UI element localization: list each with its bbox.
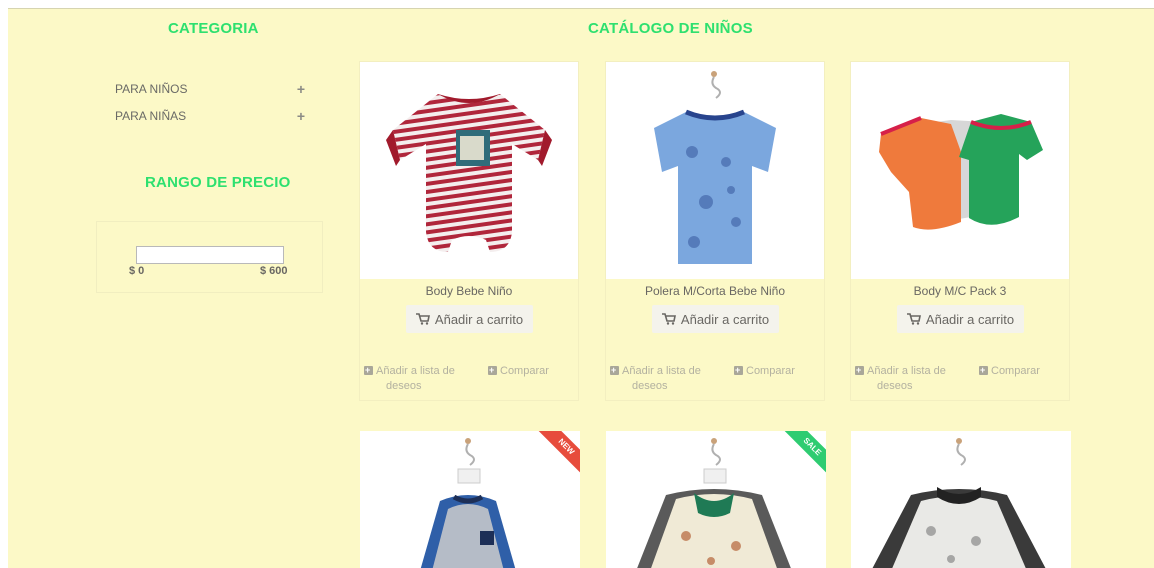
catalog-heading: CATÁLOGO DE NIÑOS [588,20,753,37]
wishlist-label: Añadir a lista de [867,365,946,377]
add-to-wishlist-link[interactable]: Añadir a lista de deseos [610,363,720,394]
plus-square-icon [488,363,497,378]
wishlist-label-line2: deseos [632,380,668,392]
add-to-cart-label: Añadir a carrito [434,311,524,327]
category-para-ninas[interactable]: PARA NIÑAS + [115,108,305,124]
product-image[interactable] [606,62,824,279]
compare-link[interactable]: Comparar [979,363,1040,379]
plus-square-icon [610,363,619,378]
compare-link[interactable]: Comparar [488,363,549,379]
product-image[interactable] [851,62,1069,279]
page: CATEGORIA CATÁLOGO DE NIÑOS PARA NIÑOS +… [8,8,1154,568]
compare-label: Comparar [991,365,1040,377]
cart-icon [906,313,921,325]
price-slider[interactable] [136,246,284,264]
add-to-cart-button[interactable]: Añadir a carrito [897,305,1024,333]
compare-label: Comparar [746,365,795,377]
plus-square-icon [855,363,864,378]
wishlist-label: Añadir a lista de [622,365,701,377]
compare-link[interactable]: Comparar [734,363,795,379]
add-to-cart-button[interactable]: Añadir a carrito [406,305,533,333]
wishlist-label-line2: deseos [386,380,422,392]
price-min-label: $ 0 [129,265,145,277]
category-heading: CATEGORIA [168,20,259,37]
product-image[interactable] [360,62,578,279]
product-image[interactable]: NEW [360,431,580,568]
wishlist-label: Añadir a lista de [376,365,455,377]
plus-square-icon [979,363,988,378]
category-label: PARA NIÑAS [115,109,187,123]
price-range-panel: $ 0 $ 600 [96,221,323,293]
add-to-cart-label: Añadir a carrito [925,311,1015,327]
product-name[interactable]: Body Bebe Niño [360,284,578,298]
plus-icon[interactable]: + [297,108,305,124]
cart-icon [415,313,430,325]
wishlist-label-line2: deseos [877,380,913,392]
add-to-wishlist-link[interactable]: Añadir a lista de deseos [855,363,965,394]
price-range-heading: RANGO DE PRECIO [145,174,291,191]
product-name[interactable]: Polera M/Corta Bebe Niño [606,284,824,298]
plus-square-icon [364,363,373,378]
add-to-cart-button[interactable]: Añadir a carrito [652,305,779,333]
add-to-cart-label: Añadir a carrito [680,311,770,327]
plus-square-icon [734,363,743,378]
compare-label: Comparar [500,365,549,377]
product-image[interactable]: SALE [606,431,826,568]
product-image[interactable] [851,431,1071,568]
product-card: Body M/C Pack 3 Añadir a carrito Añadir … [850,61,1070,401]
add-to-wishlist-link[interactable]: Añadir a lista de deseos [364,363,474,394]
cart-icon [661,313,676,325]
product-card: Body Bebe Niño Añadir a carrito Añadir a… [359,61,579,401]
plus-icon[interactable]: + [297,81,305,97]
price-max-label: $ 600 [260,265,288,277]
product-name[interactable]: Body M/C Pack 3 [851,284,1069,298]
category-label: PARA NIÑOS [115,82,188,96]
product-card: Polera M/Corta Bebe Niño Añadir a carrit… [605,61,825,401]
category-para-ninos[interactable]: PARA NIÑOS + [115,81,305,97]
